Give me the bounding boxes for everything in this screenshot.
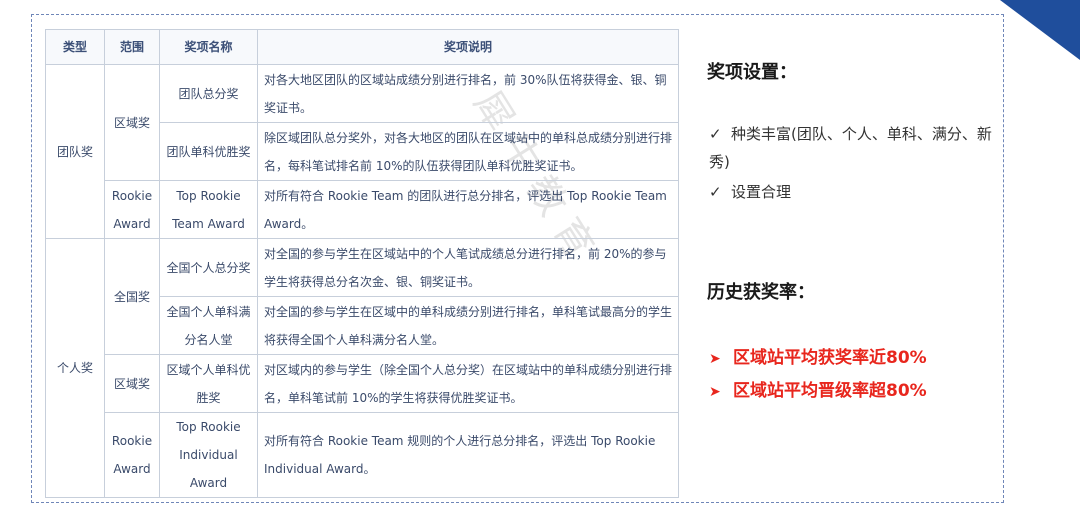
award-name-cell: 全国个人总分奖 — [159, 238, 258, 297]
header-range: 范围 — [104, 29, 160, 65]
range-cell: Rookie Award — [104, 180, 160, 239]
rate-item: ➤ 区域站平均获奖率近80% — [709, 348, 927, 368]
award-name-cell: Top Rookie Individual Award — [159, 412, 258, 498]
award-name-cell: 全国个人单科满分名人堂 — [159, 296, 258, 355]
range-cell: 区域奖 — [104, 64, 160, 181]
check-item: ✓ 种类丰富(团队、个人、单科、满分、新秀) — [709, 120, 999, 176]
history-title: 历史获奖率： — [707, 282, 815, 303]
award-desc-cell: 除区域团队总分奖外，对各大地区的团队在区域站中的单科总成绩分别进行排名，每科笔试… — [257, 122, 679, 181]
corner-decoration — [1000, 0, 1080, 60]
range-cell: 全国奖 — [104, 238, 160, 355]
type-cell-team: 团队奖 — [45, 64, 105, 239]
award-name-cell: Top Rookie Team Award — [159, 180, 258, 239]
table-header-row: 类型 范围 奖项名称 奖项说明 — [45, 29, 679, 65]
award-desc-cell: 对所有符合 Rookie Team 的团队进行总分排名，评选出 Top Rook… — [257, 180, 679, 239]
arrow-icon: ➤ — [709, 351, 721, 367]
award-name-cell: 团队单科优胜奖 — [159, 122, 258, 181]
range-cell: 区域奖 — [104, 354, 160, 413]
award-desc-cell: 对所有符合 Rookie Team 规则的个人进行总分排名，评选出 Top Ro… — [257, 412, 679, 498]
award-desc-cell: 对全国的参与学生在区域站中的个人笔试成绩总分进行排名，前 20%的参与学生将获得… — [257, 238, 679, 297]
award-desc-cell: 对全国的参与学生在区域中的单科成绩分别进行排名，单科笔试最高分的学生将获得全国个… — [257, 296, 679, 355]
check-icon: ✓ — [709, 125, 722, 143]
arrow-icon: ➤ — [709, 384, 721, 400]
award-desc-cell: 对各大地区团队的区域站成绩分别进行排名，前 30%队伍将获得金、银、铜奖证书。 — [257, 64, 679, 123]
check-item: ✓ 设置合理 — [709, 178, 999, 206]
rate-item: ➤ 区域站平均晋级率超80% — [709, 381, 927, 401]
table-row: Rookie Award Top Rookie Team Award 对所有符合… — [46, 180, 679, 239]
table-row: Rookie Award Top Rookie Individual Award… — [46, 412, 679, 498]
award-name-cell: 团队总分奖 — [159, 64, 258, 123]
check-icon: ✓ — [709, 183, 722, 201]
setting-title: 奖项设置： — [707, 62, 797, 83]
table-row: 团队奖 区域奖 团队总分奖 对各大地区团队的区域站成绩分别进行排名，前 30%队… — [45, 64, 679, 239]
type-cell-individual: 个人奖 — [45, 238, 105, 498]
header-type: 类型 — [45, 29, 105, 65]
award-name-cell: 区域个人单科优胜奖 — [159, 354, 258, 413]
table-row: 区域奖 区域个人单科优胜奖 对区域内的参与学生（除全国个人总分奖）在区域站中的单… — [46, 354, 679, 413]
award-desc-cell: 对区域内的参与学生（除全国个人总分奖）在区域站中的单科成绩分别进行排名，单科笔试… — [257, 354, 679, 413]
awards-table: 类型 范围 奖项名称 奖项说明 团队奖 区域奖 团队总分奖 对各大地区团队的区域… — [45, 29, 679, 498]
header-name: 奖项名称 — [159, 29, 258, 65]
range-cell: Rookie Award — [104, 412, 160, 498]
table-row: 个人奖 全国奖 全国个人总分奖 对全国的参与学生在区域站中的个人笔试成绩总分进行… — [45, 238, 679, 498]
header-desc: 奖项说明 — [257, 29, 679, 65]
